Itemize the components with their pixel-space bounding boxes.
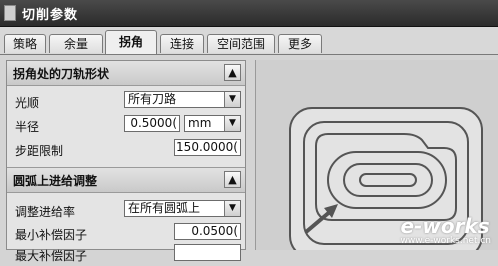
tab-more[interactable]: 更多 [278,34,322,53]
watermark-url: www.e-works.net.cn [400,236,491,246]
window-title: 切削参数 [22,8,79,23]
corner-preview-image: e-works www.e-works.net.cn [255,60,498,259]
smooth-value: 所有刀路 [128,92,177,106]
radius-label: 半径 [15,120,40,134]
window-icon[interactable] [4,5,16,21]
radius-input[interactable]: 0.5000( [124,115,180,132]
tab-corners[interactable]: 拐角 [105,30,157,54]
smooth-select[interactable]: 所有刀路 ▼ [124,91,241,108]
title-bar: 切削参数 [0,0,498,27]
chevron-down-icon[interactable]: ▼ [224,201,240,216]
smooth-row: 光顺 所有刀路 ▼ [7,91,245,113]
max-comp-row: 最大补偿因子 [7,244,245,266]
adjust-feed-row: 调整进给率 在所有圆弧上 ▼ [7,200,245,222]
step-limit-input[interactable]: 150.0000( [174,139,241,156]
chevron-down-icon[interactable]: ▼ [224,92,240,107]
adjust-feed-label: 调整进给率 [15,205,76,219]
radius-unit-select[interactable]: mm ▼ [184,115,241,132]
adjust-feed-select[interactable]: 在所有圆弧上 ▼ [124,200,241,217]
watermark: e-works www.e-works.net.cn [400,214,491,246]
chevron-up-icon[interactable]: ▲ [224,64,241,81]
smooth-label: 光顺 [15,96,40,110]
parameter-panel: 拐角处的刀轨形状 ▲ 光顺 所有刀路 ▼ 半径 0.5000( mm ▼ 步距限… [6,60,246,263]
tab-divider [0,54,498,55]
tab-connections[interactable]: 连接 [160,34,204,53]
section-header-corner-shape[interactable]: 拐角处的刀轨形状 ▲ [7,61,245,86]
tab-stock[interactable]: 余量 [49,34,103,53]
tab-strip: 策略 余量 拐角 连接 空间范围 更多 [0,27,498,55]
watermark-text: e-works [400,214,490,238]
adjust-feed-value: 在所有圆弧上 [128,201,201,215]
min-comp-input[interactable]: 0.0500( [174,223,241,240]
tab-containment[interactable]: 空间范围 [207,34,275,53]
chevron-up-icon[interactable]: ▲ [224,171,241,188]
step-limit-label: 步距限制 [15,144,64,158]
min-comp-label: 最小补偿因子 [15,228,88,242]
section-header-arc-feed[interactable]: 圆弧上进给调整 ▲ [7,167,245,193]
min-comp-row: 最小补偿因子 0.0500( [7,223,245,245]
tab-strategy[interactable]: 策略 [4,34,46,53]
section-title: 圆弧上进给调整 [13,174,98,188]
chevron-down-icon[interactable]: ▼ [224,116,240,131]
radius-unit-value: mm [188,116,212,130]
max-comp-input[interactable] [174,244,241,261]
section-title: 拐角处的刀轨形状 [13,67,110,81]
radius-row: 半径 0.5000( mm ▼ [7,115,245,137]
step-limit-row: 步距限制 150.0000( [7,139,245,161]
